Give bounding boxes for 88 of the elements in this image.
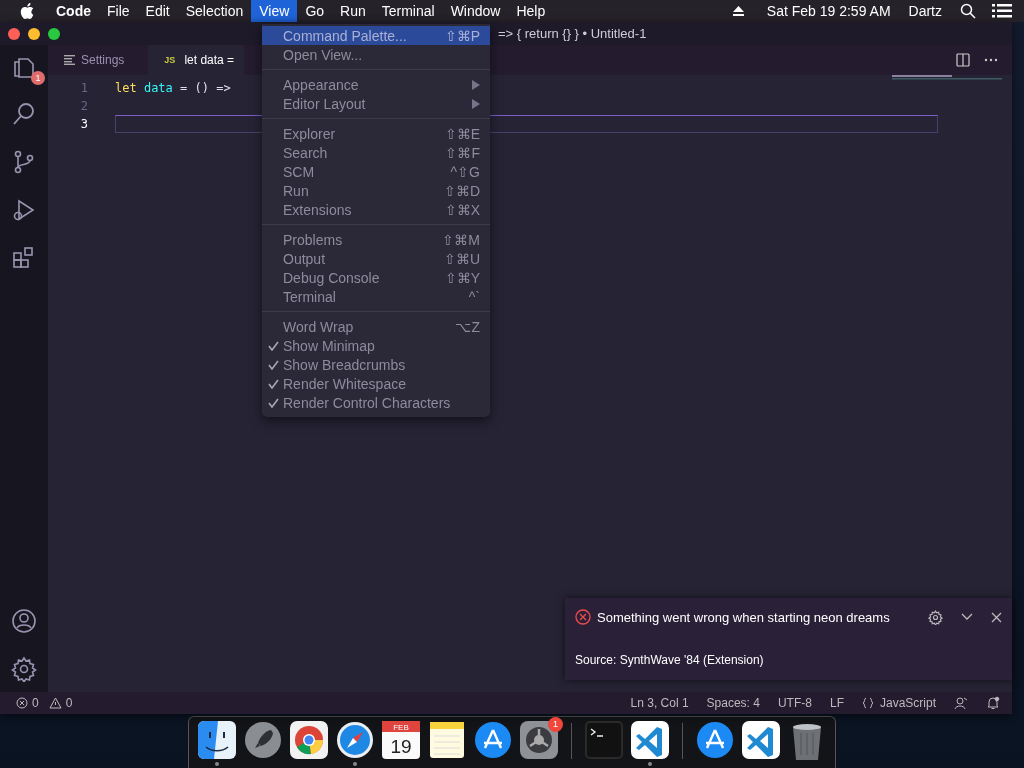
chevron-down-icon[interactable] <box>961 613 973 621</box>
split-editor-icon[interactable] <box>956 53 970 67</box>
menu-item[interactable]: Render Control Characters <box>262 393 490 412</box>
submenu-arrow-icon <box>472 98 480 109</box>
checkmark-icon <box>268 378 279 389</box>
trash-icon[interactable] <box>790 721 824 761</box>
gear-icon[interactable] <box>520 721 558 759</box>
app-store-icon[interactable] <box>474 721 512 759</box>
minimize-button[interactable] <box>28 27 40 40</box>
warning-icon[interactable] <box>48 697 62 709</box>
calendar-icon[interactable]: FEB 19 <box>382 721 420 759</box>
warning-count[interactable]: 0 <box>65 696 73 710</box>
menu-item[interactable]: Problems ⇧⌘M <box>262 230 490 249</box>
close-icon[interactable] <box>991 611 1002 623</box>
status-item[interactable]: LF <box>829 696 844 710</box>
submenu-arrow-icon <box>472 79 480 90</box>
search-icon[interactable] <box>960 3 976 19</box>
zoom-button[interactable] <box>48 27 60 40</box>
menu-item[interactable]: Show Minimap <box>262 336 490 355</box>
menu-bar-item[interactable]: Code <box>48 0 99 22</box>
user-name[interactable]: Dartz <box>908 3 942 19</box>
menu-item[interactable]: Show Breadcrumbs <box>262 355 490 374</box>
menu-item[interactable]: Render Whitespace <box>262 374 490 393</box>
line-number: 3 <box>79 117 89 131</box>
line-number: 2 <box>79 99 89 113</box>
status-item[interactable]: Spaces: 4 <box>706 696 760 710</box>
menu-item[interactable]: Command Palette... ⇧⌘P <box>262 26 490 45</box>
menu-bar-item[interactable]: Window <box>442 0 509 22</box>
search-icon[interactable] <box>11 101 37 127</box>
notification-badge: 1 <box>31 71 45 85</box>
menu-item[interactable]: Terminal ^` <box>262 287 490 306</box>
menu-item[interactable]: SCM ^⇧G <box>262 162 490 181</box>
menu-item[interactable]: Run ⇧⌘D <box>262 181 490 200</box>
chrome-icon[interactable] <box>290 721 328 759</box>
list-icon[interactable] <box>992 4 1012 18</box>
menu-item[interactable]: Word Wrap ⌥Z <box>262 317 490 336</box>
code-line: let data = () => <box>115 81 231 95</box>
notification-source: Source: SynthWave '84 (Extension) <box>575 653 765 667</box>
editor-tab[interactable]: Settings <box>48 45 135 75</box>
feedback-icon[interactable] <box>954 696 968 710</box>
settings-icon[interactable] <box>928 609 943 625</box>
status-item[interactable]: Ln 3, Col 1 <box>630 696 689 710</box>
menu-item[interactable]: Search ⇧⌘F <box>262 143 490 162</box>
bell-icon[interactable] <box>986 696 1000 710</box>
menu-bar-item[interactable]: Selection <box>177 0 252 22</box>
menu-item[interactable]: Explorer ⇧⌘E <box>262 124 490 143</box>
notification-message: Something went wrong when starting neon dreams <box>597 609 890 625</box>
menu-bar-item[interactable]: File <box>99 0 138 22</box>
line-number: 1 <box>79 81 89 95</box>
window-title: => { return {} } • Untitled-1 <box>498 26 647 41</box>
menu-bar-item[interactable]: Help <box>508 0 554 22</box>
more-icon[interactable] <box>984 58 998 62</box>
notepad-icon[interactable] <box>428 721 466 759</box>
close-button[interactable] <box>8 27 20 40</box>
editor-tab[interactable]: JS let data = <box>148 45 245 75</box>
error-icon <box>575 609 591 625</box>
menu-bar-item[interactable]: View <box>251 0 298 22</box>
vscode-icon[interactable] <box>742 721 780 759</box>
braces-icon[interactable] <box>861 697 874 709</box>
clock[interactable]: Sat Feb 19 2:59 AM <box>766 3 891 19</box>
status-item[interactable]: UTF-8 <box>777 696 812 710</box>
menu-bar-item[interactable]: Run <box>332 0 374 22</box>
apple-icon[interactable] <box>20 3 34 19</box>
menu-item[interactable]: Appearance <box>262 75 490 94</box>
app-store-icon[interactable] <box>696 721 734 759</box>
checkmark-icon <box>268 340 279 351</box>
menu-item[interactable]: Output ⇧⌘U <box>262 249 490 268</box>
finder-icon[interactable] <box>198 721 236 759</box>
run-icon[interactable] <box>11 197 37 223</box>
error-count[interactable]: 0 <box>32 696 39 710</box>
checkmark-icon <box>268 397 279 408</box>
menu-bar-item[interactable]: Go <box>297 0 333 22</box>
checkmark-icon <box>268 359 279 370</box>
language-mode[interactable]: JavaScript <box>879 696 936 710</box>
account-icon[interactable] <box>11 608 37 634</box>
error-icon[interactable] <box>16 697 28 709</box>
eject-icon[interactable] <box>731 5 745 17</box>
settings-list-icon <box>64 55 75 65</box>
menu-item[interactable]: Extensions ⇧⌘X <box>262 200 490 219</box>
menu-item[interactable]: Open View... <box>262 45 490 64</box>
notification-badge: 1 <box>548 717 563 732</box>
menu-item[interactable]: Editor Layout <box>262 94 490 113</box>
compass-icon[interactable] <box>336 721 374 759</box>
vscode-icon[interactable] <box>631 721 669 759</box>
menu-bar-item[interactable]: Terminal <box>373 0 443 22</box>
menu-item[interactable]: Debug Console ⇧⌘Y <box>262 268 490 287</box>
settings-icon[interactable] <box>11 656 37 682</box>
menu-bar-item[interactable]: Edit <box>137 0 178 22</box>
